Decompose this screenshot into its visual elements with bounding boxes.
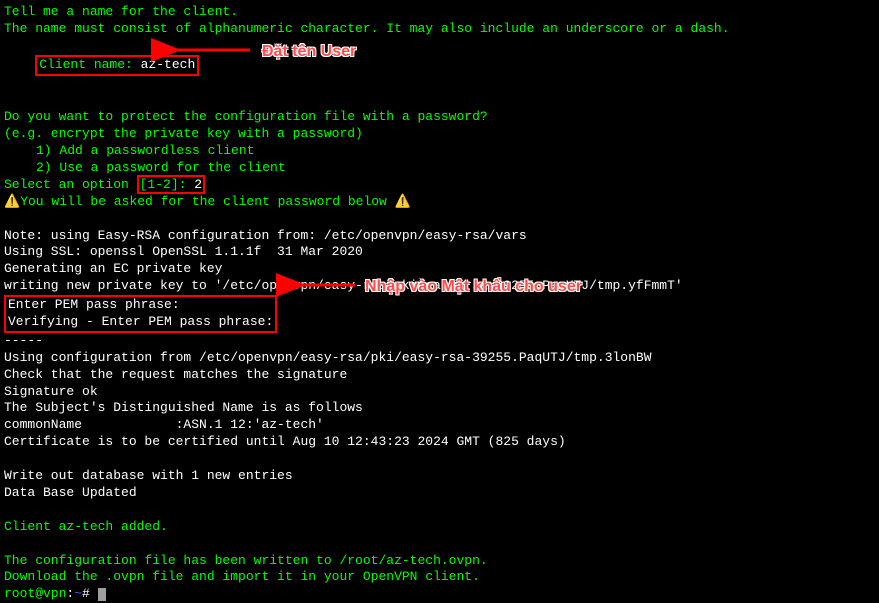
blank-line: [4, 211, 875, 228]
client-name-line: Client name: az-tech: [4, 38, 875, 93]
terminal-output: Tell me a name for the client. The name …: [4, 4, 875, 603]
text-line: Signature ok: [4, 384, 875, 401]
client-name-value: az-tech: [141, 57, 196, 72]
text-line: writing new private key to '/etc/openvpn…: [4, 278, 875, 295]
text-line: Data Base Updated: [4, 485, 875, 502]
client-name-highlight-box: Client name: az-tech: [35, 55, 199, 76]
client-added-line: Client az-tech added.: [4, 519, 875, 536]
pem-highlight-box: Enter PEM pass phrase: Verifying - Enter…: [4, 295, 277, 333]
select-value: 2: [194, 177, 202, 192]
prompt-sep: :: [66, 586, 74, 601]
text-line: Check that the request matches the signa…: [4, 367, 875, 384]
blank-line: [4, 536, 875, 553]
text-line: Using configuration from /etc/openvpn/ea…: [4, 350, 875, 367]
text-line: Using SSL: openssl OpenSSL 1.1.1f 31 Mar…: [4, 244, 875, 261]
terminal-cursor: [98, 588, 106, 601]
prompt-hash: #: [82, 586, 98, 601]
option-1: 1) Add a passwordless client: [4, 143, 875, 160]
blank-line: [4, 92, 875, 109]
warning-icon: ⚠️: [4, 194, 20, 209]
text-line: Note: using Easy-RSA configuration from:…: [4, 228, 875, 245]
text-line: Download the .ovpn file and import it in…: [4, 569, 875, 586]
blank-line: [4, 451, 875, 468]
text-line: The name must consist of alphanumeric ch…: [4, 21, 875, 38]
warning-icon: ⚠️: [395, 194, 411, 209]
text-line: -----: [4, 333, 875, 350]
text-line: Write out database with 1 new entries: [4, 468, 875, 485]
select-prefix: Select an option: [4, 177, 137, 192]
select-range-highlight: [1-2]: 2: [137, 175, 205, 194]
text-line: Tell me a name for the client.: [4, 4, 875, 21]
text-line: (e.g. encrypt the private key with a pas…: [4, 126, 875, 143]
text-line: commonName :ASN.1 12:'az-tech': [4, 417, 875, 434]
option-2: 2) Use a password for the client: [4, 160, 875, 177]
text-line: The configuration file has been written …: [4, 553, 875, 570]
warning-line: ⚠️You will be asked for the client passw…: [4, 194, 875, 211]
verify-pem-line: Verifying - Enter PEM pass phrase:: [8, 314, 273, 331]
select-range: [1-2]: [140, 177, 179, 192]
enter-pem-line: Enter PEM pass phrase:: [8, 297, 273, 314]
select-option-line: Select an option [1-2]: 2: [4, 177, 875, 194]
text-line: Generating an EC private key: [4, 261, 875, 278]
text-line: Do you want to protect the configuration…: [4, 109, 875, 126]
text-line: Certificate is to be certified until Aug…: [4, 434, 875, 451]
warning-text: You will be asked for the client passwor…: [20, 194, 394, 209]
client-name-label: Client name:: [39, 57, 140, 72]
select-sep: :: [179, 177, 195, 192]
prompt-path: ~: [74, 586, 82, 601]
text-line: The Subject's Distinguished Name is as f…: [4, 400, 875, 417]
prompt-line[interactable]: root@vpn:~#: [4, 586, 875, 603]
blank-line: [4, 502, 875, 519]
prompt-user: root@vpn: [4, 586, 66, 601]
